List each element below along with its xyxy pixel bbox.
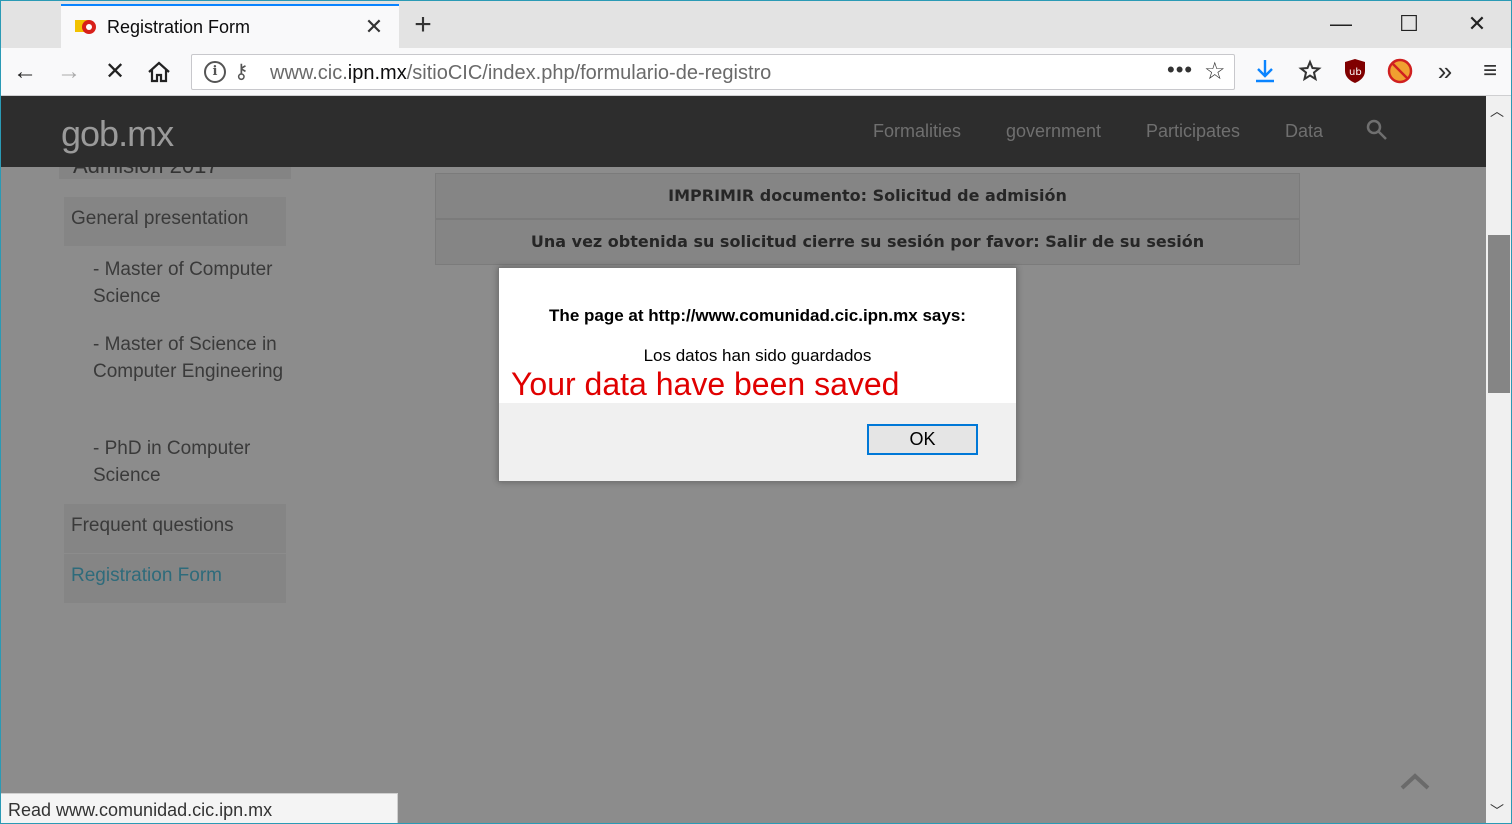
sidebar-item-cut: Admisión 2017 [59,167,291,179]
scroll-up-icon[interactable]: ︿ [1490,101,1504,121]
sidebar-item-label: Frequent questions [71,515,234,536]
tab-close-icon[interactable]: ✕ [361,12,387,42]
dialog-title: The page at http://www.comunidad.cic.ipn… [549,306,966,325]
bookmark-star-icon[interactable]: ☆ [1204,57,1226,86]
sidebar-item-label: Registration Form [71,565,222,586]
alert-dialog: The page at http://www.comunidad.cic.ipn… [498,267,1017,482]
downloads-icon[interactable] [1249,55,1281,87]
logout-link[interactable]: Una vez obtenida su solicitud cierre su … [435,219,1300,265]
scroll-down-icon[interactable]: ﹀ [1490,801,1504,821]
key-icon[interactable]: ⚷ [234,59,249,84]
sidebar-item-phd-computer-science[interactable]: - PhD in Computer Science [93,435,293,489]
ublock-icon[interactable]: ub [1339,55,1371,87]
maximize-icon[interactable]: ☐ [1389,7,1429,41]
translation-annotation: Your data have been saved [511,366,900,402]
nav-participates[interactable]: Participates [1146,121,1240,142]
back-to-top-icon[interactable] [1399,771,1431,791]
tab-title: Registration Form [107,17,251,37]
library-icon[interactable] [1294,55,1326,87]
browser-window: Registration Form ✕ + — ☐ ✕ ← → ✕ i ⚷ ww… [0,0,1512,824]
home-icon[interactable] [143,56,175,88]
url-text[interactable]: www.cic.ipn.mx/sitioCIC/index.php/formul… [270,62,771,85]
nav-data[interactable]: Data [1285,121,1323,142]
tab-registration-form[interactable]: Registration Form ✕ [61,4,399,48]
sidebar-item-master-computer-science[interactable]: - Master of Computer Science [93,256,293,310]
scrollbar[interactable] [1486,96,1511,823]
blocker-extension-icon[interactable] [1384,55,1416,87]
site-favicon-icon [75,20,96,34]
overflow-menu-icon[interactable]: » [1429,55,1461,87]
dialog-body: The page at http://www.comunidad.cic.ipn… [499,268,1016,403]
dialog-message: Los datos han sido guardados [643,346,872,365]
ok-button[interactable]: OK [867,424,978,455]
print-document-link[interactable]: IMPRIMIR documento: Solicitud de admisió… [435,173,1300,219]
sidebar-item-general-presentation[interactable]: General presentation [64,197,286,246]
svg-text:ub: ub [1349,67,1362,78]
sidebar-item-label: General presentation [71,208,249,229]
info-icon[interactable]: i [204,61,226,83]
sidebar-item-frequent-questions[interactable]: Frequent questions [64,504,286,553]
close-window-icon[interactable]: ✕ [1457,7,1497,41]
gobmx-logo[interactable]: gob.mx [61,113,174,155]
tab-strip: Registration Form ✕ + — ☐ ✕ [1,1,1511,48]
new-tab-icon[interactable]: + [409,7,437,43]
site-header [1,96,1486,167]
stop-loading-icon[interactable]: ✕ [99,56,131,88]
url-bar[interactable]: i ⚷ www.cic.ipn.mx/sitioCIC/index.php/fo… [191,54,1235,90]
sidebar-item-master-computer-engineering[interactable]: - Master of Science in Computer Engineer… [93,331,293,385]
scrollbar-thumb[interactable] [1488,235,1510,393]
hamburger-menu-icon[interactable]: ≡ [1474,55,1506,87]
page-actions-icon[interactable]: ••• [1167,57,1193,83]
forward-icon[interactable]: → [53,56,85,88]
back-icon[interactable]: ← [9,56,41,88]
nav-government[interactable]: government [1006,121,1101,142]
minimize-icon[interactable]: — [1321,7,1361,41]
navigation-toolbar: ← → ✕ i ⚷ www.cic.ipn.mx/sitioCIC/index.… [1,48,1511,96]
sidebar-item-registration-form[interactable]: Registration Form [64,554,286,603]
status-bar: Read www.comunidad.cic.ipn.mx [1,793,398,823]
search-icon[interactable] [1365,118,1389,142]
nav-formalities[interactable]: Formalities [873,121,961,142]
